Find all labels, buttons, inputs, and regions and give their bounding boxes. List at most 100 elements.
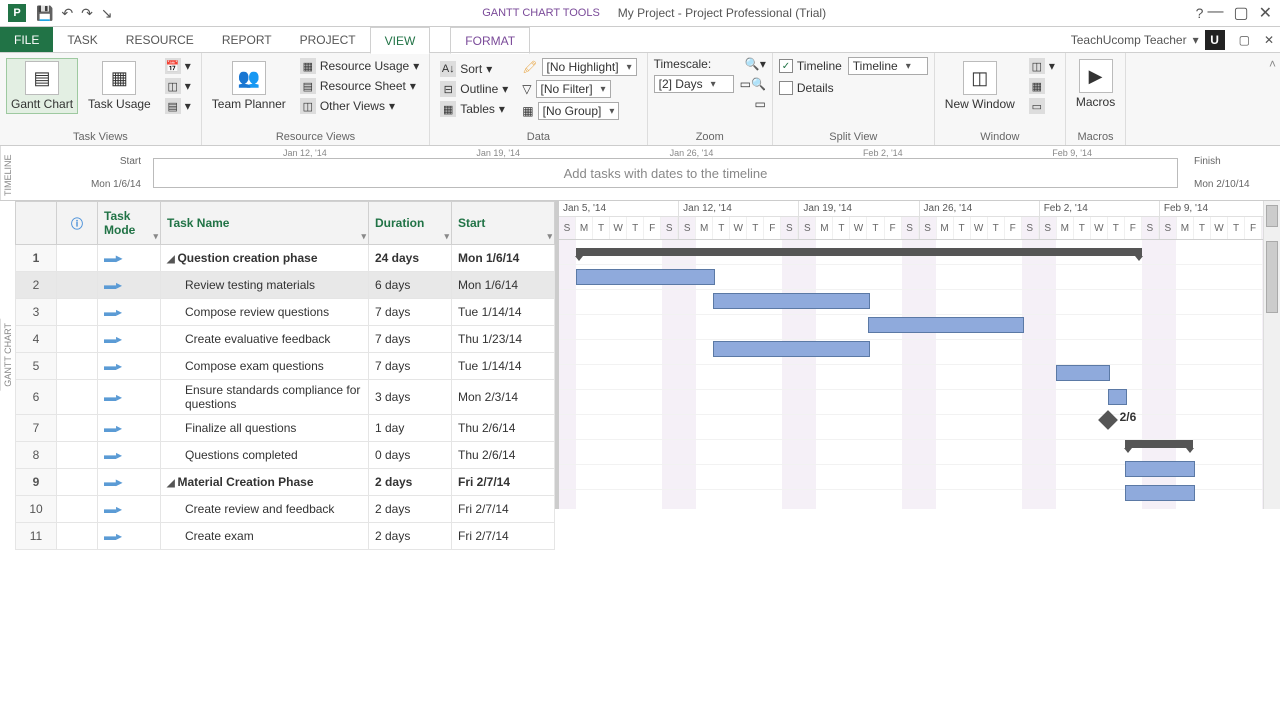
gantt-task-bar[interactable] [868,317,1024,333]
col-name[interactable]: Task Name [167,216,229,230]
gantt-chart[interactable]: Jan 5, '14SMTWTFSJan 12, '14SMTWTFSJan 1… [559,201,1280,509]
filter-combo[interactable]: ▽[No Filter] [518,79,640,99]
timeline-start-label: Start [120,156,141,167]
table-row[interactable]: 6 ▬▸ Ensure standards compliance for que… [16,380,555,415]
gantt-day-label: T [833,217,850,239]
close-icon[interactable]: ✕ [1259,3,1272,23]
table-row[interactable]: 7 ▬▸ Finalize all questions 1 day Thu 2/… [16,415,555,442]
gantt-chart-button[interactable]: ▤ Gantt Chart [6,58,78,114]
table-row[interactable]: 5 ▬▸ Compose exam questions 7 days Tue 1… [16,353,555,380]
timeline-checkbox[interactable]: ✓Timeline [779,59,842,73]
table-row[interactable]: 1 ▬▸ Question creation phase 24 days Mon… [16,245,555,272]
gantt-day-label: S [661,217,678,239]
doc-close-icon[interactable]: ✕ [1264,33,1274,47]
collapse-ribbon-icon[interactable]: ˄ [1269,57,1276,71]
timeline-combo[interactable]: Timeline [848,57,928,75]
network-small-button[interactable]: ◫▾ [161,77,195,95]
arrange-button[interactable]: ▦ [1025,77,1059,95]
calendar-small-button[interactable]: 📅▾ [161,57,195,75]
gantt-task-bar[interactable] [1056,365,1109,381]
gantt-task-bar[interactable] [576,269,715,285]
table-row[interactable]: 10 ▬▸ Create review and feedback 2 days … [16,496,555,523]
user-name[interactable]: TeachUcomp Teacher [1071,33,1187,47]
other-views-button[interactable]: ◫Other Views ▾ [296,97,423,115]
macros-button[interactable]: ▶ Macros [1072,57,1119,111]
undo-icon[interactable]: ↶ [57,5,77,22]
gantt-task-bar[interactable] [1108,389,1127,405]
details-checkbox[interactable]: Details [779,81,834,95]
task-usage-button[interactable]: ▦ Task Usage [84,59,155,113]
save-icon[interactable]: 💾 [32,5,57,22]
tab-view[interactable]: VIEW [370,27,431,54]
minimize-icon[interactable]: — [1207,3,1223,23]
gantt-week-label: Jan 5, '14 [559,201,678,217]
task-mode-icon: ▬▸ [104,390,122,404]
gantt-task-bar[interactable] [1125,461,1196,477]
team-planner-button[interactable]: 👥 Team Planner [208,59,290,113]
tab-project[interactable]: PROJECT [286,27,370,52]
zoom-selected-icon[interactable]: ▭ [755,97,766,111]
tab-task[interactable]: TASK [53,27,111,52]
table-row[interactable]: 11 ▬▸ Create exam 2 days Fri 2/7/14 [16,523,555,550]
timeline-finish-label: Finish [1194,156,1221,167]
avatar[interactable]: U [1205,30,1225,50]
gantt-day-label: M [937,217,954,239]
group-split: Split View [779,131,928,143]
doc-restore-icon[interactable]: ▢ [1239,33,1250,47]
outline-button[interactable]: ⊟Outline ▾ [436,80,512,98]
table-row[interactable]: 8 ▬▸ Questions completed 0 days Thu 2/6/… [16,442,555,469]
restore-icon[interactable]: ▢ [1233,3,1248,23]
tab-format[interactable]: FORMAT [450,27,530,54]
zoom-entire-icon[interactable]: ▭🔍 [740,77,766,91]
tab-report[interactable]: REPORT [208,27,286,52]
gantt-task-bar[interactable] [713,341,869,357]
other-small-button[interactable]: ▤▾ [161,97,195,115]
task-table[interactable]: ⓘ Task Mode▾ Task Name▾ Duration▾ Start▾… [15,201,555,550]
table-row[interactable]: 9 ▬▸ Material Creation Phase 2 days Fri … [16,469,555,496]
table-row[interactable]: 4 ▬▸ Create evaluative feedback 7 days T… [16,326,555,353]
group-combo[interactable]: ▦[No Group] [518,101,640,121]
gantt-day-label: M [1057,217,1074,239]
switch-button[interactable]: ◫▾ [1025,57,1059,75]
col-start[interactable]: Start [458,216,485,230]
gantt-task-bar[interactable] [1125,485,1196,501]
gantt-summary-bar[interactable] [576,248,1142,256]
help-icon[interactable]: ? [1192,5,1208,21]
app-icon: P [8,4,26,22]
resource-sheet-button[interactable]: ▤Resource Sheet ▾ [296,77,423,95]
task-mode-icon: ▬▸ [104,421,122,435]
col-duration[interactable]: Duration [375,216,424,230]
zoom-icon[interactable]: 🔍▾ [745,57,766,71]
gantt-day-label: S [902,217,919,239]
gantt-week-label: Jan 19, '14 [799,201,918,217]
col-info-icon[interactable]: ⓘ [71,217,83,231]
col-mode[interactable]: Task Mode [104,209,135,237]
timeline-vlabel: TIMELINE [0,146,15,200]
gantt-day-label: S [559,217,576,239]
timeline-tick: Feb 2, '14 [863,148,903,158]
tab-resource[interactable]: RESOURCE [112,27,208,52]
vertical-scrollbar[interactable] [1263,201,1280,509]
highlight-combo[interactable]: 🖍[No Highlight] [518,57,640,77]
group-resource-views: Resource Views [208,131,423,143]
redo-icon[interactable]: ↷ [77,5,97,22]
gantt-day-label: T [954,217,971,239]
timescale-combo[interactable]: [2] Days [654,75,734,93]
gantt-day-label: S [799,217,816,239]
gantt-summary-bar[interactable] [1125,440,1194,448]
gantt-week-label: Feb 2, '14 [1040,201,1159,217]
gantt-day-label: F [764,217,781,239]
hide-button[interactable]: ▭ [1025,97,1059,115]
sort-button[interactable]: A↓Sort ▾ [436,60,512,78]
new-window-button[interactable]: ◫ New Window [941,59,1019,113]
gantt-day-label: S [1160,217,1177,239]
table-row[interactable]: 3 ▬▸ Compose review questions 7 days Tue… [16,299,555,326]
resource-usage-button[interactable]: ▦Resource Usage ▾ [296,57,423,75]
tab-file[interactable]: FILE [0,27,53,52]
timeline-track[interactable]: Jan 12, '14Jan 19, '14Jan 26, '14Feb 2, … [153,150,1182,196]
table-row[interactable]: 2 ▬▸ Review testing materials 6 days Mon… [16,272,555,299]
brush-icon[interactable]: ↘ [97,5,117,22]
tables-button[interactable]: ▦Tables ▾ [436,100,512,118]
gantt-task-bar[interactable] [713,293,869,309]
task-mode-icon: ▬▸ [104,448,122,462]
